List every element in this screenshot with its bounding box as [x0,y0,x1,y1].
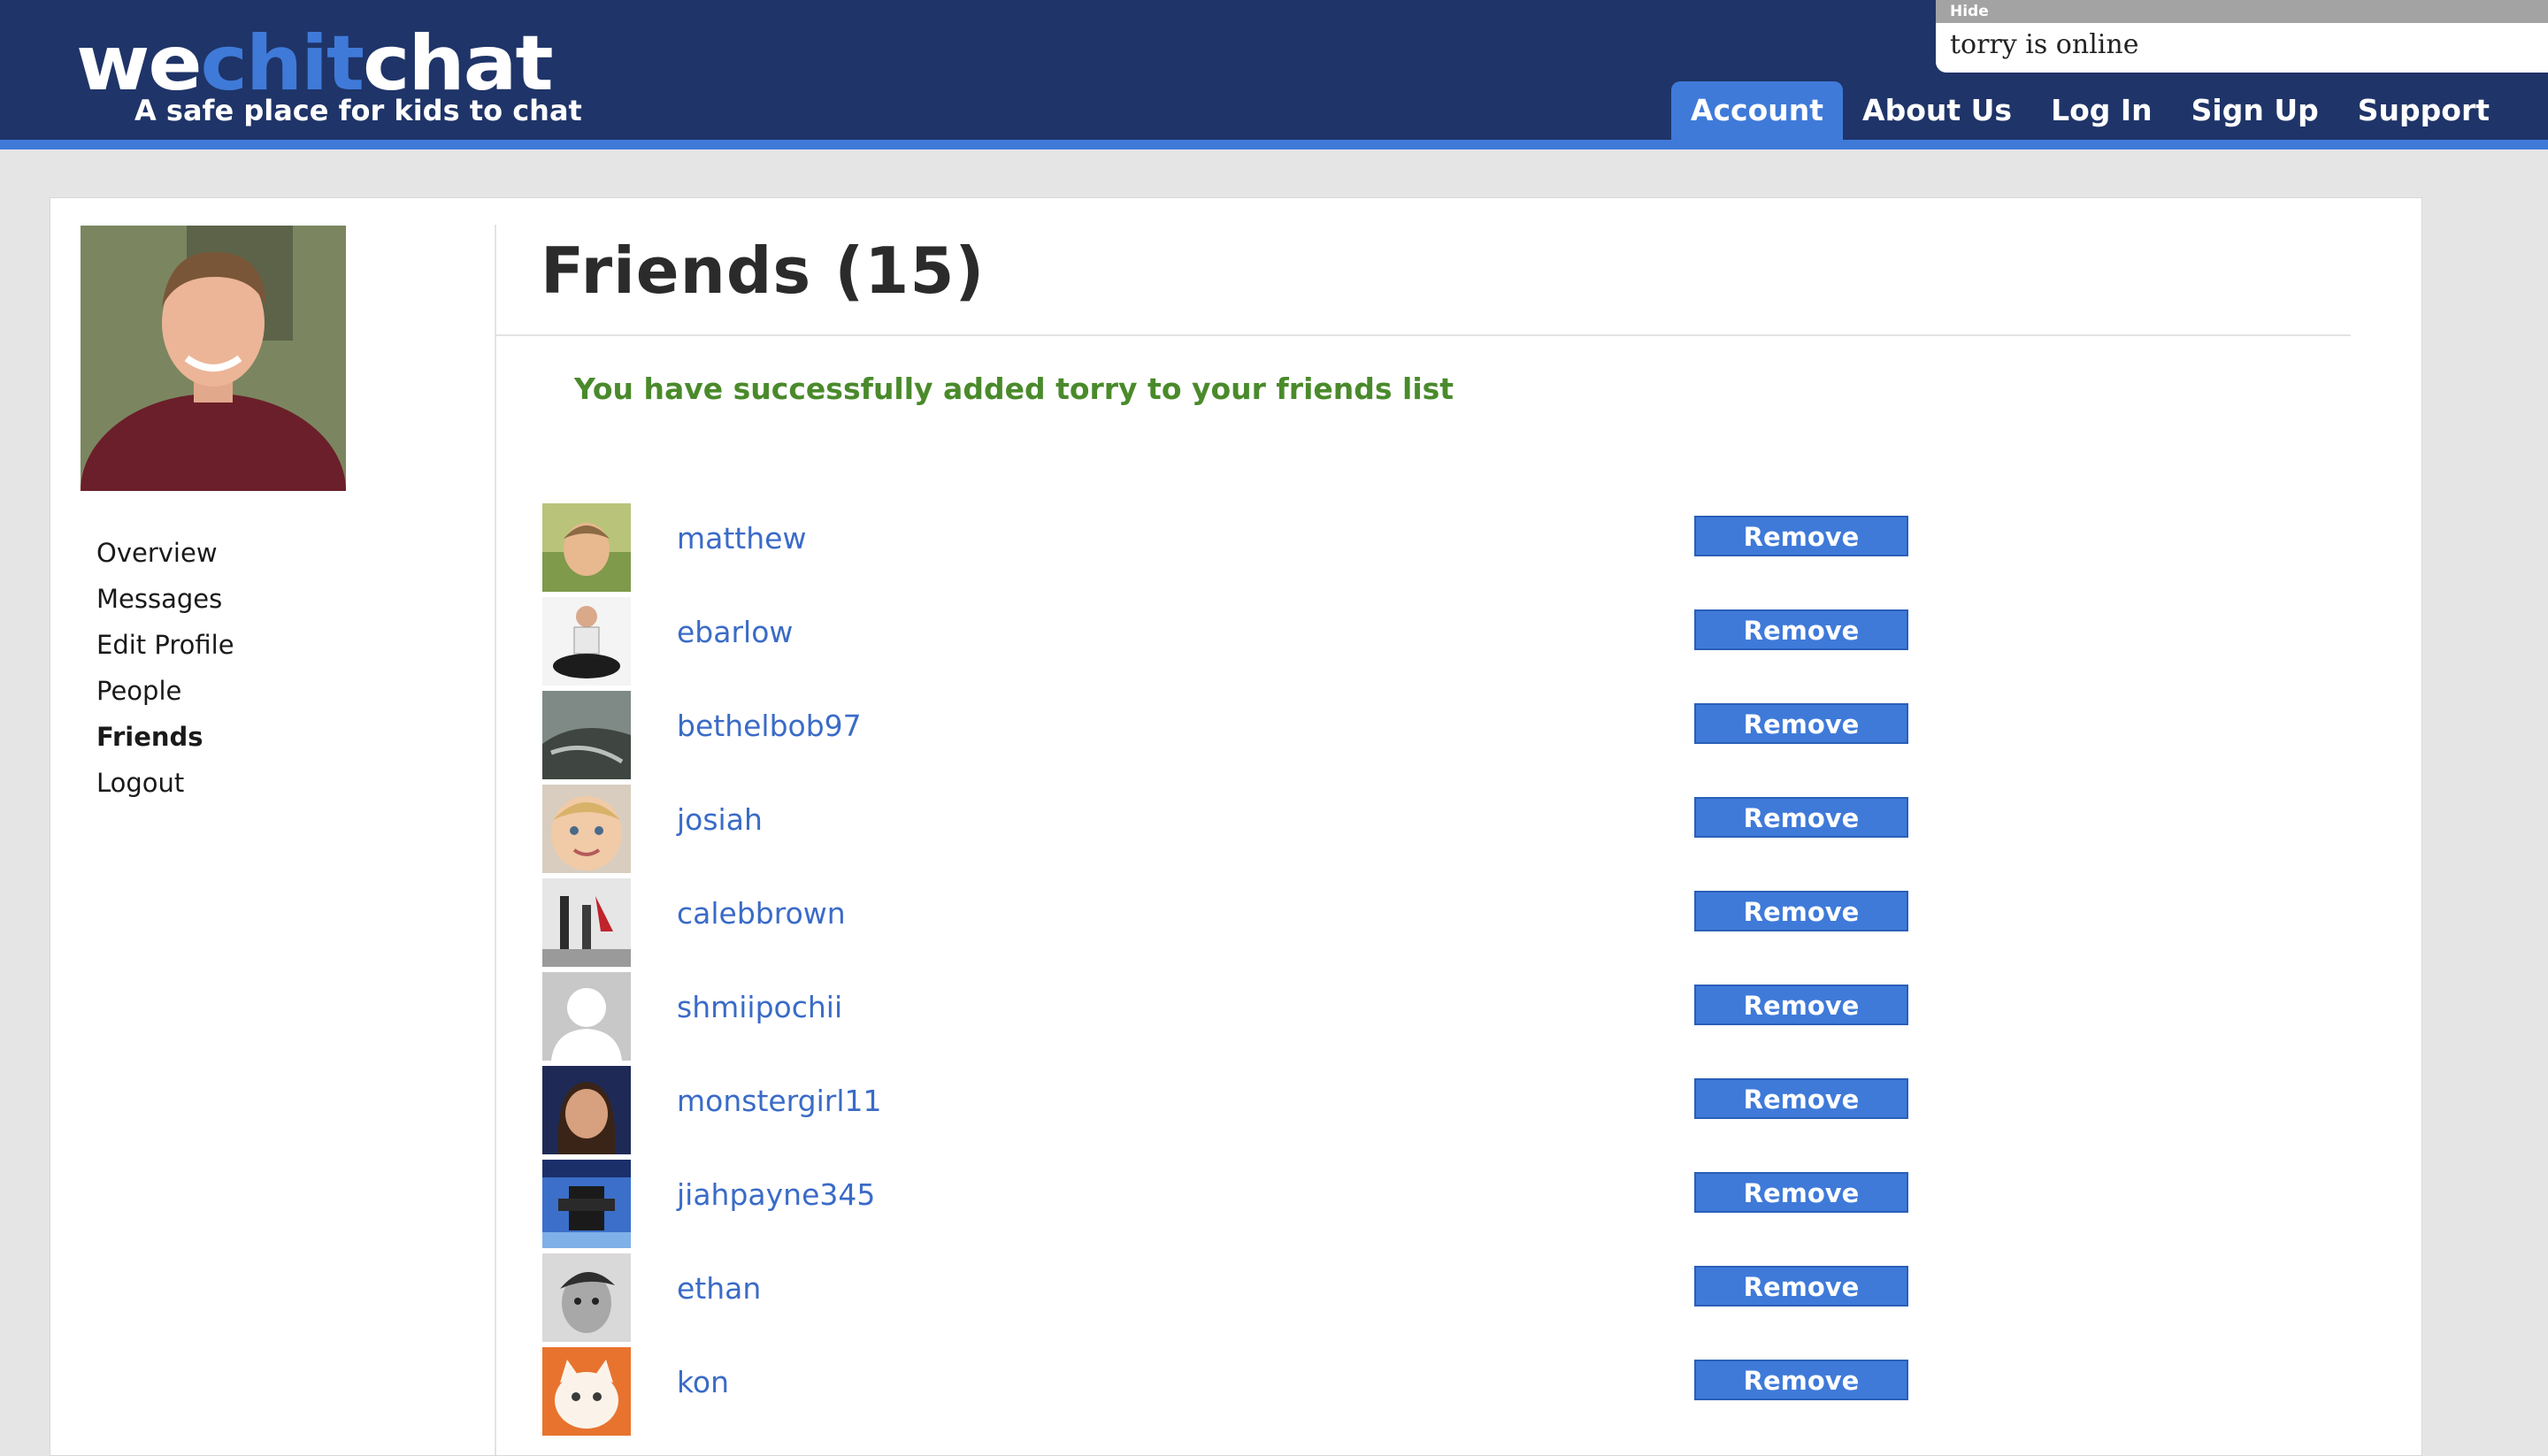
remove-friend-button[interactable]: Remove Friend [1694,985,1908,1060]
title-divider [496,334,2351,336]
site-tagline: A safe place for kids to chat [134,94,582,127]
remove-friend-button[interactable]: Remove Friend [1694,891,1908,966]
friend-row: bethelbob97 Remove Friend [542,691,1958,785]
remove-friend-button[interactable]: Remove Friend [1694,1172,1908,1247]
profile-photo [81,226,346,491]
bw-portrait-icon[interactable] [542,1253,631,1342]
page-title: Friends (15) [541,234,986,308]
toddler-photo-icon[interactable] [542,785,631,873]
sidebar-item-logout[interactable]: Logout [96,760,234,806]
hide-button[interactable]: Hide [1936,0,2548,23]
sidebar-item-messages[interactable]: Messages [96,576,234,622]
friend-row: calebbrown Remove Friend [542,878,1958,972]
remove-friend-button[interactable]: Remove Friend [1694,703,1908,778]
friend-row: josiah Remove Friend [542,785,1958,878]
friend-name[interactable]: ethan [677,1271,761,1306]
friend-name[interactable]: matthew [677,521,806,556]
friend-name[interactable]: monstergirl11 [677,1084,882,1118]
friend-name[interactable]: josiah [677,802,763,837]
sidebar-menu: Overview Messages Edit Profile People Fr… [96,530,234,806]
remove-friend-button[interactable]: Remove Friend [1694,609,1908,685]
remove-friend-button[interactable]: Remove Friend [1694,1360,1908,1435]
cat-photo-icon[interactable] [542,1347,631,1436]
remove-friend-button[interactable]: Remove Friend [1694,1078,1908,1153]
sidebar-divider [495,225,496,1455]
nav-sign-up[interactable]: Sign Up [2172,81,2338,140]
sitting-kid-photo-icon[interactable] [542,597,631,686]
landscape-photo-icon[interactable] [542,691,631,779]
friend-row: ebarlow Remove Friend [542,597,1958,691]
sidebar-item-people[interactable]: People [96,668,234,714]
remove-friend-button[interactable]: Remove Friend [1694,797,1908,872]
friend-name[interactable]: kon [677,1365,729,1399]
sidebar-item-edit-profile[interactable]: Edit Profile [96,622,234,668]
friend-name[interactable]: shmiipochii [677,990,842,1024]
content-card: Overview Messages Edit Profile People Fr… [50,197,2422,1456]
nav-account[interactable]: Account [1670,81,1844,140]
friend-name[interactable]: ebarlow [677,615,793,649]
friend-name[interactable]: jiahpayne345 [677,1177,875,1212]
remove-friend-button[interactable]: Remove Friend [1694,1266,1908,1341]
nav-about-us[interactable]: About Us [1843,81,2031,140]
friend-row: shmiipochii Remove Friend [542,972,1958,1066]
online-status-text: torry is online [1950,29,2139,60]
sidebar-item-friends[interactable]: Friends [96,714,234,760]
remove-friend-button[interactable]: Remove Friend [1694,516,1908,591]
figures-photo-icon[interactable] [542,878,631,967]
friend-row: monstergirl11 Remove Friend [542,1066,1958,1160]
success-message: You have successfully added torry to you… [574,372,1454,406]
friend-list: matthew Remove Friend ebarlow Remove Fri… [542,503,1958,1441]
default-silhouette-icon[interactable] [542,972,631,1061]
friend-row: matthew Remove Friend [542,503,1958,597]
sidebar-item-overview[interactable]: Overview [96,530,234,576]
friend-row: kon Remove Friend [542,1347,1958,1441]
nav-log-in[interactable]: Log In [2031,81,2172,140]
online-status-panel: Hide torry is online [1936,0,2548,73]
site-header: wechitchat A safe place for kids to chat… [0,0,2548,149]
friend-name[interactable]: calebbrown [677,896,846,931]
top-nav: Account About Us Log In Sign Up Support [1670,81,2509,140]
friend-row: ethan Remove Friend [542,1253,1958,1347]
girl-photo-icon[interactable] [542,1066,631,1154]
friend-name[interactable]: bethelbob97 [677,709,862,743]
game-character-icon[interactable] [542,1160,631,1248]
boy-photo-icon[interactable] [542,503,631,592]
friend-row: jiahpayne345 Remove Friend [542,1160,1958,1253]
nav-support[interactable]: Support [2338,81,2509,140]
